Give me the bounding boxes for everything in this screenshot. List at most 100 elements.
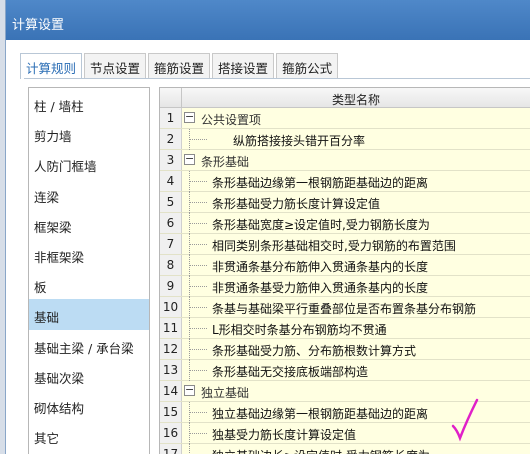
tree-branch-line (189, 433, 207, 434)
group-label: 独立基础 (201, 386, 250, 400)
tab-calculation-rules[interactable]: 计算规则 (20, 53, 83, 79)
setting-label: 独基受力筋长度计算设定值 (212, 428, 357, 442)
tab-stirrup-settings[interactable]: 箍筋设置 (148, 53, 211, 78)
row-number: 15 (160, 402, 182, 422)
tab-bar: 计算规则 节点设置 箍筋设置 搭接设置 箍筋公式 (20, 53, 340, 79)
setting-cell[interactable]: 非贯通条基受力筋伸入贯通条基内的长度 (182, 276, 530, 297)
table-row[interactable]: 9 非贯通条基受力筋伸入贯通条基内的长度 (160, 276, 530, 297)
row-number: 8 (160, 255, 182, 275)
table-row[interactable]: 13 条形基础无交接底板端部构造 (160, 360, 530, 381)
collapse-icon[interactable]: − (184, 384, 195, 396)
table-row[interactable]: 11 L形相交时条基分布钢筋均不贯通 (160, 318, 530, 339)
tree-branch-line (189, 412, 207, 413)
tree-branch-line (189, 244, 207, 245)
setting-cell[interactable]: 条形基础宽度≥设定值时,受力钢筋长度为 (182, 213, 530, 234)
row-number: 7 (160, 234, 182, 254)
settings-dialog: 计算设置 计算规则 节点设置 箍筋设置 搭接设置 箍筋公式 柱 / 墙柱 剪力墙人… (5, 0, 530, 454)
table-row[interactable]: 17 独立基础边长≥设定值时,受力钢筋长度为 (160, 444, 530, 454)
setting-cell[interactable]: 相同类别条形基础相交时,受力钢筋的布置范围 (182, 234, 530, 255)
table-row[interactable]: 2 纵筋搭接接头错开百分率 (160, 129, 530, 150)
tree-branch-line (189, 223, 207, 224)
tree-branch-line (189, 286, 207, 287)
category-item[interactable]: 框架梁 (29, 209, 149, 239)
setting-cell[interactable]: 条基与基础梁平行重叠部位是否布置条基分布钢筋 (182, 297, 530, 318)
category-item[interactable]: 连梁 (29, 179, 149, 209)
category-item[interactable]: 砌体结构 (29, 390, 149, 420)
row-number: 17 (160, 444, 182, 454)
category-item[interactable]: 剪力墙 (29, 118, 149, 148)
group-label: 公共设置项 (201, 113, 262, 127)
setting-label: 条形基础宽度≥设定值时,受力钢筋长度为 (212, 218, 430, 232)
tree-branch-line (189, 202, 207, 203)
row-number: 3 (160, 150, 182, 170)
category-item[interactable]: 柱 / 墙柱 (29, 88, 149, 118)
setting-label: 独立基础边缘第一根钢筋距基础边的距离 (212, 407, 429, 421)
group-cell[interactable]: − 公共设置项 (182, 108, 530, 128)
setting-label: 相同类别条形基础相交时,受力钢筋的布置范围 (212, 239, 456, 253)
row-number: 2 (160, 129, 182, 149)
collapse-icon[interactable]: − (184, 153, 195, 165)
category-item[interactable]: 人防门框墙 (29, 148, 149, 178)
tree-branch-line (189, 307, 207, 308)
category-list: 柱 / 墙柱 剪力墙 人防门框墙 连梁 框架梁 非框架梁板基础 基础主梁 / 承台梁 基础次梁… (28, 87, 150, 454)
category-item[interactable]: 其它 (29, 420, 149, 450)
tab-stirrup-formula[interactable]: 箍筋公式 (276, 53, 339, 78)
tab-lap-settings[interactable]: 搭接设置 (212, 53, 275, 78)
table-row[interactable]: 8 非贯通条基分布筋伸入贯通条基内的长度 (160, 255, 530, 276)
setting-label: L形相交时条基分布钢筋均不贯通 (212, 323, 387, 337)
table-row[interactable]: 5 条形基础受力筋长度计算设定值 (160, 192, 530, 213)
setting-cell[interactable]: 条形基础受力筋、分布筋根数计算方式 (182, 339, 530, 360)
tree-branch-line (189, 370, 207, 371)
table-row[interactable]: 1− 公共设置项 (160, 108, 530, 129)
row-number: 14 (160, 381, 182, 401)
table-row[interactable]: 4 条形基础边缘第一根钢筋距基础边的距离 (160, 171, 530, 192)
row-number: 9 (160, 276, 182, 296)
table-row[interactable]: 6 条形基础宽度≥设定值时,受力钢筋长度为 (160, 213, 530, 234)
tree-branch-line (189, 328, 207, 329)
setting-label: 条形基础受力筋、分布筋根数计算方式 (212, 344, 417, 358)
group-label: 条形基础 (201, 155, 250, 169)
grid-header: 类型名称 (160, 88, 530, 108)
tree-branch-line (189, 181, 207, 182)
setting-label: 条形基础受力筋长度计算设定值 (212, 197, 381, 211)
dialog-title: 计算设置 (12, 18, 65, 33)
category-item[interactable]: 非框架梁 (29, 239, 149, 269)
dialog-titlebar: 计算设置 (6, 0, 530, 40)
tab-node-settings[interactable]: 节点设置 (84, 53, 147, 78)
setting-label: 条形基础无交接底板端部构造 (212, 365, 369, 379)
row-number: 12 (160, 339, 182, 359)
setting-label: 非贯通条基分布筋伸入贯通条基内的长度 (212, 260, 429, 274)
group-cell[interactable]: − 条形基础 (182, 150, 530, 170)
collapse-icon[interactable]: − (184, 111, 195, 123)
setting-label: 纵筋搭接接头错开百分率 (233, 134, 366, 148)
category-item[interactable]: 基础 (29, 299, 149, 330)
setting-cell[interactable]: 独立基础边长≥设定值时,受力钢筋长度为 (182, 444, 530, 454)
handwritten-checkmark (451, 398, 479, 442)
setting-cell[interactable]: 非贯通条基分布筋伸入贯通条基内的长度 (182, 255, 530, 276)
tree-branch-line (189, 139, 207, 140)
tree-branch-line (189, 349, 207, 350)
row-number: 4 (160, 171, 182, 191)
setting-cell[interactable]: 条形基础受力筋长度计算设定值 (182, 192, 530, 213)
setting-cell[interactable]: L形相交时条基分布钢筋均不贯通 (182, 318, 530, 339)
row-number: 5 (160, 192, 182, 212)
setting-label: 非贯通条基受力筋伸入贯通条基内的长度 (212, 281, 429, 295)
setting-cell[interactable]: 条形基础边缘第一根钢筋距基础边的距离 (182, 171, 530, 192)
table-row[interactable]: 12 条形基础受力筋、分布筋根数计算方式 (160, 339, 530, 360)
row-number: 6 (160, 213, 182, 233)
type-name-header: 类型名称 (331, 93, 380, 107)
row-number: 13 (160, 360, 182, 380)
row-number: 10 (160, 297, 182, 317)
category-item[interactable]: 基础主梁 / 承台梁 (29, 330, 149, 360)
category-item[interactable]: 板 (29, 269, 149, 299)
table-row[interactable]: 7 相同类别条形基础相交时,受力钢筋的布置范围 (160, 234, 530, 255)
setting-cell[interactable]: 条形基础无交接底板端部构造 (182, 360, 530, 381)
row-number: 1 (160, 108, 182, 128)
category-item[interactable]: 基础次梁 (29, 360, 149, 390)
row-number-header (160, 88, 182, 107)
table-row[interactable]: 10 条基与基础梁平行重叠部位是否布置条基分布钢筋 (160, 297, 530, 318)
table-row[interactable]: 3− 条形基础 (160, 150, 530, 171)
setting-label: 条形基础边缘第一根钢筋距基础边的距离 (212, 176, 429, 190)
setting-cell[interactable]: 纵筋搭接接头错开百分率 (182, 129, 530, 150)
tree-branch-line (189, 265, 207, 266)
